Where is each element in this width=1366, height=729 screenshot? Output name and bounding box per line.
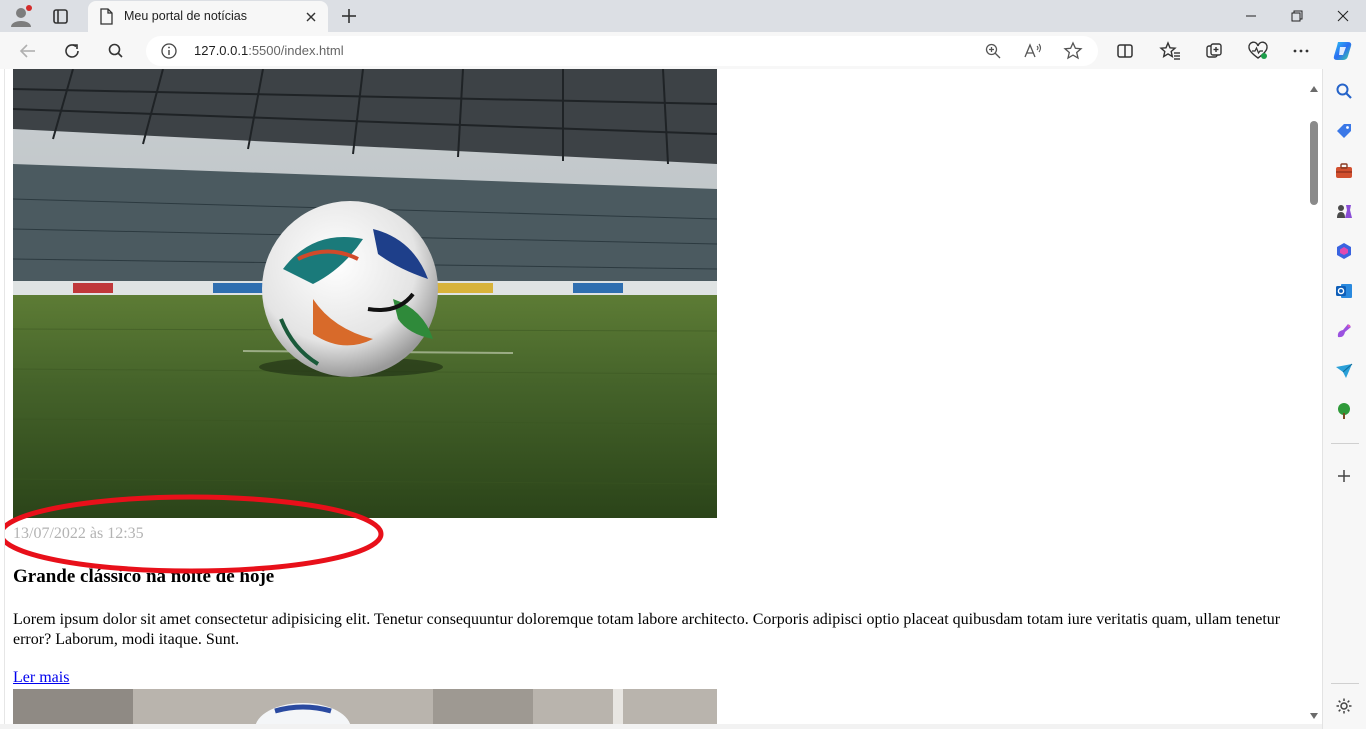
outlook-icon[interactable] <box>1333 280 1355 302</box>
split-screen-icon[interactable] <box>1112 38 1138 64</box>
scrollbar-thumb[interactable] <box>1310 121 1318 205</box>
heart-pulse-icon[interactable] <box>1245 38 1271 64</box>
search-icon[interactable] <box>103 38 129 64</box>
tag-icon[interactable] <box>1333 120 1355 142</box>
close-icon[interactable] <box>302 8 320 26</box>
plus-icon <box>342 9 356 23</box>
annotation-ellipse <box>5 494 384 574</box>
info-icon[interactable] <box>160 42 178 65</box>
page-icon <box>99 8 113 30</box>
profile-avatar-icon[interactable] <box>9 5 33 27</box>
toolbox-icon[interactable] <box>1333 160 1355 182</box>
tab-strip: Meu portal de notícias <box>0 0 1366 32</box>
browser-tab[interactable]: Meu portal de notícias <box>88 1 328 32</box>
address-bar[interactable]: 127.0.0.1:5500/index.html <box>146 36 1098 66</box>
read-more-link[interactable]: Ler mais <box>13 669 69 687</box>
refresh-icon[interactable] <box>59 38 85 64</box>
scroll-up-arrow-icon[interactable] <box>1310 79 1318 97</box>
more-icon[interactable] <box>1288 38 1314 64</box>
search-icon[interactable] <box>1333 80 1355 102</box>
arrow-left-icon[interactable] <box>15 38 41 64</box>
url-text: 127.0.0.1:5500/index.html <box>194 43 344 58</box>
edge-sidebar <box>1322 69 1366 729</box>
microsoft365-icon[interactable] <box>1333 240 1355 262</box>
sidebar-divider <box>1331 443 1359 444</box>
url-path: :5500/index.html <box>248 43 344 58</box>
page-scrollbar[interactable] <box>1306 69 1322 724</box>
second-article-photo <box>13 689 717 724</box>
tab-title: Meu portal de notícias <box>124 9 247 23</box>
scroll-down-arrow-icon[interactable] <box>1310 706 1318 724</box>
stadium-photo <box>13 69 717 518</box>
designer-icon[interactable] <box>1333 320 1355 342</box>
favorites-icon[interactable] <box>1157 38 1183 64</box>
collections-icon[interactable] <box>1201 38 1227 64</box>
read-aloud-icon[interactable] <box>1022 40 1044 62</box>
page-viewport[interactable]: 13/07/2022 às 12:35 Grande clássico na n… <box>4 69 1306 724</box>
close-window-button[interactable] <box>1320 0 1366 32</box>
minimize-button[interactable] <box>1228 0 1274 32</box>
tree-icon[interactable] <box>1333 400 1355 422</box>
chess-icon[interactable] <box>1333 200 1355 222</box>
browser-toolbar: 127.0.0.1:5500/index.html <box>0 32 1366 69</box>
sidebar-divider <box>1331 683 1359 684</box>
new-tab-button[interactable] <box>337 4 361 28</box>
send-icon[interactable] <box>1333 360 1355 382</box>
star-icon[interactable] <box>1062 40 1084 62</box>
gear-icon[interactable] <box>1333 695 1355 717</box>
plus-icon[interactable] <box>1333 465 1355 487</box>
zoom-in-icon[interactable] <box>982 40 1004 62</box>
copilot-icon[interactable] <box>1330 38 1356 64</box>
article-body: Lorem ipsum dolor sit amet consectetur a… <box>13 611 1281 648</box>
restore-button[interactable] <box>1274 0 1320 32</box>
window-bottom-edge <box>0 724 1322 729</box>
url-host: 127.0.0.1 <box>194 43 249 58</box>
tab-actions-icon[interactable] <box>48 4 72 28</box>
